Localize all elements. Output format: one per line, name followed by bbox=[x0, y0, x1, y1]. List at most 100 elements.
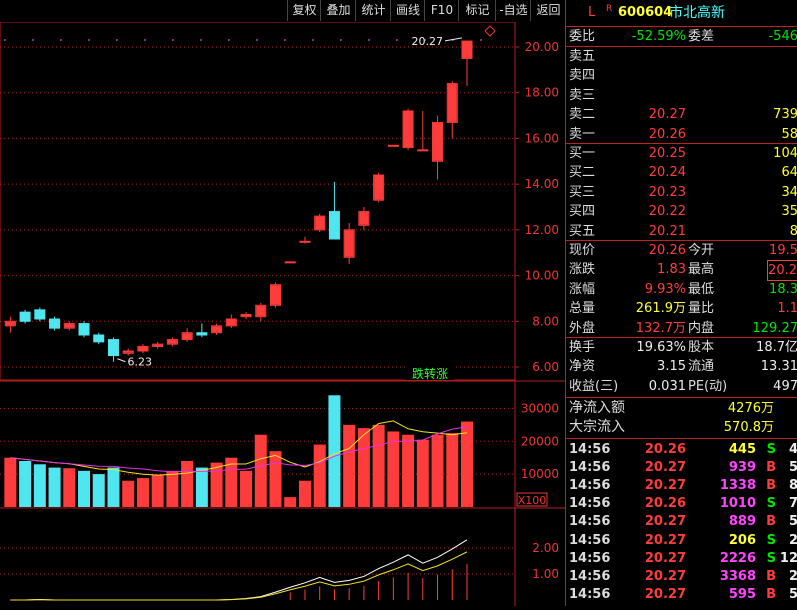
tick-price: 20.27 bbox=[645, 531, 686, 550]
flow-value: 570.8万 bbox=[724, 418, 774, 437]
toolbar-button-2[interactable]: 统计 bbox=[355, 0, 391, 21]
tick-price: 20.27 bbox=[645, 476, 686, 495]
candle-fill bbox=[433, 123, 442, 161]
volume-bar bbox=[373, 425, 385, 507]
tick-time: 14:56 bbox=[569, 549, 610, 568]
sell-order-row: 卖三 bbox=[566, 86, 797, 105]
toolbar-button-7[interactable]: 返回 bbox=[530, 0, 566, 21]
toolbar-button-6[interactable]: -自选 bbox=[495, 0, 531, 21]
candle-body bbox=[94, 335, 104, 342]
marker-dot bbox=[228, 39, 230, 41]
quote-value-2: 1.1 bbox=[777, 299, 797, 318]
price-axis-label: 20.00 bbox=[525, 40, 559, 54]
sell-level-price: 20.26 bbox=[649, 125, 686, 144]
quote-label: 外盘 bbox=[569, 319, 595, 338]
tick-time: 14:56 bbox=[569, 458, 610, 477]
volume-axis-label: 20000 bbox=[521, 434, 559, 448]
tick-time: 14:56 bbox=[569, 494, 610, 513]
tick-row[interactable]: 14:5620.27939B5 bbox=[566, 458, 797, 477]
fin-label: 净资 bbox=[569, 357, 595, 376]
tick-row[interactable]: 14:5620.27889B5 bbox=[566, 512, 797, 531]
toolbar-button-0[interactable]: 复权 bbox=[287, 0, 321, 21]
quote-label-2: 最高 bbox=[688, 260, 714, 279]
toolbar-button-1[interactable]: 叠加 bbox=[320, 0, 356, 21]
candle-body bbox=[20, 312, 30, 321]
toolbar-button-5[interactable]: 标记 bbox=[458, 0, 496, 21]
tick-row[interactable]: 14:5620.272226S12 bbox=[566, 549, 797, 568]
buy-level-label: 买四 bbox=[569, 202, 595, 221]
quote-value-2: 18.3 bbox=[769, 280, 797, 299]
marker-dot bbox=[172, 39, 174, 41]
diamond-icon[interactable] bbox=[485, 26, 495, 36]
tick-price: 20.26 bbox=[645, 440, 686, 459]
candle-fill bbox=[418, 150, 427, 151]
volume-bar bbox=[432, 435, 444, 507]
marker-dot bbox=[312, 39, 314, 41]
flow-row: 大宗流入 570.8万 bbox=[566, 418, 797, 437]
price-axis-label: 14.00 bbox=[525, 177, 559, 191]
kline-chart[interactable]: 20.0018.0016.0014.0012.0010.008.006.0030… bbox=[0, 0, 565, 606]
tick-volume: 206 bbox=[729, 531, 756, 550]
candle-fill bbox=[448, 84, 457, 122]
tick-row[interactable]: 14:5620.27206S2 bbox=[566, 531, 797, 550]
volume-bar bbox=[284, 497, 296, 507]
fin-value-2: 497 bbox=[773, 377, 797, 396]
tick-row[interactable]: 14:5620.261010S7 bbox=[566, 494, 797, 513]
buy-level-price: 20.22 bbox=[649, 202, 686, 221]
stock-name[interactable]: 市北高新 bbox=[669, 2, 725, 24]
tick-volume: 1338 bbox=[720, 476, 756, 495]
quote-label-2: 内盘 bbox=[688, 319, 714, 338]
quote-value: 132.7万 bbox=[636, 319, 686, 338]
tick-row[interactable]: 14:5620.27595B5 bbox=[566, 585, 797, 604]
buy-level-volume: 104 bbox=[773, 144, 797, 163]
fin-row: 净资3.15流通13.31 bbox=[566, 357, 797, 376]
tick-volume: 595 bbox=[729, 585, 756, 604]
tick-extra: 8 bbox=[789, 476, 797, 495]
toolbar-button-3[interactable]: 画线 bbox=[390, 0, 425, 21]
buy-level-label: 买三 bbox=[569, 183, 595, 202]
quote-label: 现价 bbox=[569, 241, 595, 260]
tick-extra: 5 bbox=[789, 512, 797, 531]
stock-header: L R 600604 市北高新 bbox=[566, 2, 797, 24]
buy-level-label: 买一 bbox=[569, 144, 595, 163]
price-axis-label: 12.00 bbox=[525, 223, 559, 237]
stock-code[interactable]: 600604 bbox=[618, 2, 672, 24]
price-axis-label: 10.00 bbox=[525, 269, 559, 283]
tick-price: 20.26 bbox=[645, 494, 686, 513]
tick-price: 20.27 bbox=[645, 567, 686, 586]
tick-extra: 2 bbox=[789, 531, 797, 550]
toolbar-button-4[interactable]: F10 bbox=[424, 0, 459, 21]
tick-row[interactable]: 14:5620.271338B8 bbox=[566, 476, 797, 495]
quote-value: 261.9万 bbox=[636, 299, 686, 318]
divider bbox=[566, 438, 797, 439]
tick-extra: 12 bbox=[780, 549, 797, 568]
sell-level-label: 卖五 bbox=[569, 47, 595, 66]
buy-level-volume: 8 bbox=[790, 222, 797, 241]
volume-axis-label: 10000 bbox=[521, 467, 559, 481]
stock-prefix: L bbox=[588, 2, 595, 24]
fin-label: 换手 bbox=[569, 338, 595, 357]
marker-dot bbox=[116, 39, 118, 41]
candle-fill bbox=[168, 340, 177, 344]
kline-svg[interactable]: 20.0018.0016.0014.0012.0010.008.006.0030… bbox=[0, 0, 565, 606]
buy-order-row: 买四20.2235 bbox=[566, 202, 797, 221]
sell-level-volume: 58 bbox=[781, 125, 797, 144]
flow-label: 大宗流入 bbox=[569, 418, 625, 437]
tick-row[interactable]: 14:5620.273368B2 bbox=[566, 567, 797, 586]
buy-level-price: 20.21 bbox=[649, 222, 686, 241]
tick-side: S bbox=[767, 440, 776, 459]
buy-level-price: 20.23 bbox=[649, 183, 686, 202]
price-axis-label: 18.00 bbox=[525, 86, 559, 100]
tick-price: 20.27 bbox=[645, 458, 686, 477]
marker-dot bbox=[144, 39, 146, 41]
volume-bar bbox=[402, 435, 414, 507]
tick-volume: 445 bbox=[729, 440, 756, 459]
quote-row: 涨跌1.83最高20.2 bbox=[566, 260, 797, 279]
fin-value-2: 18.7亿 bbox=[756, 338, 797, 357]
tick-row[interactable]: 14:5620.26445S4 bbox=[566, 440, 797, 459]
volume-bar bbox=[299, 481, 311, 507]
volume-bar bbox=[152, 475, 164, 507]
sell-order-row: 卖四 bbox=[566, 66, 797, 85]
volume-bar bbox=[63, 468, 75, 507]
fin-label: 收益(三) bbox=[569, 377, 618, 396]
